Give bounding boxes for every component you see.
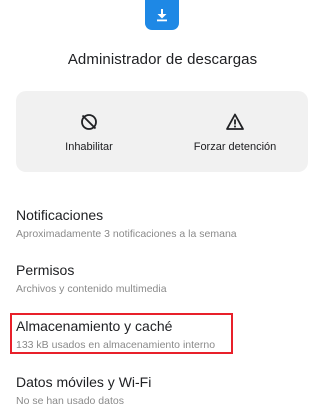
settings-item-title: Notificaciones [16,207,104,223]
settings-item-subtitle: 133 kB usados en almacenamiento interno [16,339,216,351]
settings-item-title: Datos móviles y Wi-Fi [16,374,152,390]
settings-item-subtitle: Archivos y contenido multimedia [16,283,167,295]
settings-item-permissions[interactable]: Permisos Archivos y contenido multimedia [16,262,308,296]
app-title: Administrador de descargas [67,51,258,68]
settings-item-title: Almacenamiento y caché [16,318,173,334]
app-icon [145,0,179,30]
force-stop-button-label: Forzar detención [193,141,277,153]
disable-button[interactable]: Inhabilitar [16,91,162,172]
settings-item-notifications[interactable]: Notificaciones Aproximadamente 3 notific… [16,207,308,241]
settings-item-mobile-data[interactable]: Datos móviles y Wi-Fi No se han usado da… [16,374,308,408]
warning-icon [226,113,244,130]
settings-item-subtitle: Aproximadamente 3 notificaciones a la se… [16,228,237,240]
app-actions-card: Inhabilitar Forzar detención [16,91,308,172]
settings-item-title: Permisos [16,262,75,278]
download-icon [157,9,167,22]
settings-item-subtitle: No se han usado datos [16,395,124,407]
settings-item-storage[interactable]: Almacenamiento y caché 133 kB usados en … [16,318,308,352]
disable-icon [81,114,97,130]
force-stop-button[interactable]: Forzar detención [162,91,308,172]
disable-button-label: Inhabilitar [65,141,113,153]
